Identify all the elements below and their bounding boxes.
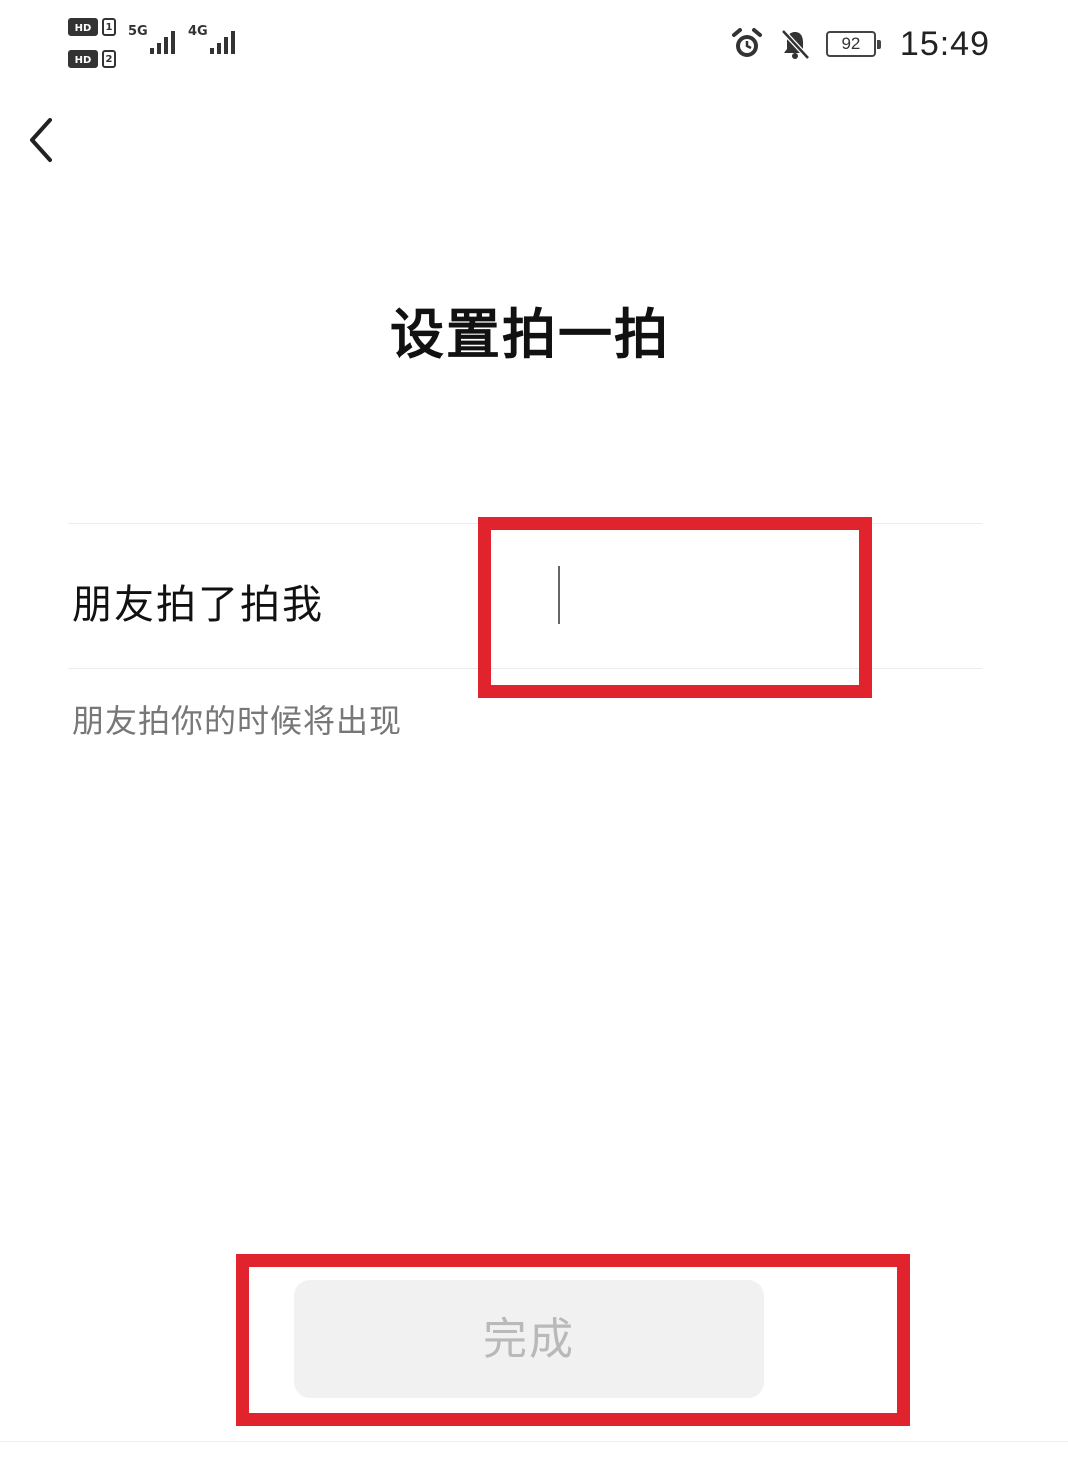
- mute-bell-icon: [781, 29, 810, 60]
- alarm-icon: [731, 28, 762, 57]
- sim-1-number: 1: [102, 18, 116, 36]
- status-time: 15:49: [899, 24, 990, 63]
- signal-4g: 4G: [188, 24, 244, 60]
- done-button[interactable]: 完成: [294, 1280, 764, 1398]
- status-bar: HD 1 HD 2 5G 4G 92 15:49: [0, 0, 1068, 90]
- hd-voice-badge-2: HD: [68, 50, 98, 68]
- sim-2-number: 2: [102, 50, 116, 68]
- chevron-left-icon: [30, 118, 52, 162]
- bottom-divider: [0, 1441, 1068, 1442]
- network-type-5g: 5G: [128, 24, 148, 39]
- signal-bars-icon: [210, 31, 235, 54]
- signal-5g: 5G: [128, 24, 184, 60]
- signal-bars-icon: [150, 31, 175, 54]
- pat-suffix-input[interactable]: [556, 554, 980, 640]
- pat-field-label: 朋友拍了拍我: [72, 582, 324, 628]
- pat-field-hint: 朋友拍你的时候将出现: [72, 702, 403, 740]
- sim-indicators: HD 1 HD 2: [68, 16, 120, 72]
- pat-setting-row: 朋友拍了拍我: [68, 524, 982, 668]
- text-cursor: [558, 566, 560, 624]
- network-type-4g: 4G: [188, 24, 208, 39]
- battery-icon: 92: [825, 31, 881, 57]
- page-title: 设置拍一拍: [390, 303, 670, 366]
- status-right-cluster: 92 15:49: [730, 22, 990, 66]
- back-button[interactable]: [20, 110, 70, 170]
- hd-voice-badge-1: HD: [68, 18, 98, 36]
- divider-bottom: [68, 668, 982, 669]
